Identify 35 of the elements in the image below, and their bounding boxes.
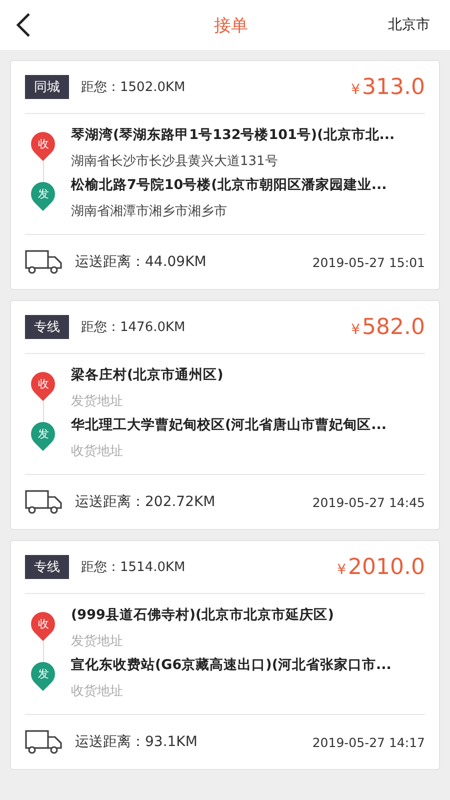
address-text: 发货地址 — [71, 633, 124, 650]
city-selector[interactable]: 北京市 — [388, 16, 430, 34]
order-card[interactable]: 同城 距您：1502.0KM ¥313.0 收 琴湖湾(琴湖东路甲1号132号楼101号)(北京市北... 湖南省长沙市长沙县黄兴大道131号 发 松榆北路7号院10号楼(北京市朝阳区潘家园建业... 湖南省湘潭市湘乡市湘乡市 运送距离：44.09KM 2019-05-27 15:01 — [10, 60, 440, 290]
address-text: 湖南省湘潭市湘乡市湘乡市 — [71, 203, 228, 220]
shipping-distance: 运送距离：202.72KM — [75, 493, 216, 511]
order-time: 2019-05-27 14:17 — [312, 734, 425, 750]
place-name: 梁各庄村(北京市通州区) — [71, 366, 224, 384]
address-text: 发货地址 — [71, 393, 124, 410]
order-card[interactable]: 专线 距您：1476.0KM ¥582.0 收 梁各庄村(北京市通州区) 发货地址 发 华北理工大学曹妃甸校区(河北省唐山市曹妃甸区... 收货地址 运送距离：202.72KM 2019-05-27 14:45 — [10, 300, 440, 530]
order-time: 2019-05-27 15:01 — [312, 254, 425, 270]
place-name: 宣化东收费站(G6京藏高速出口)(河北省张家口市... — [71, 656, 392, 674]
place-name: (999县道石佛寺村)(北京市北京市延庆区) — [71, 606, 334, 624]
shipping-distance: 运送距离：44.09KM — [75, 253, 208, 271]
order-type-tag: 同城 — [25, 75, 69, 99]
order-type-tag: 专线 — [25, 555, 69, 579]
price-text: ¥582.0 — [351, 314, 425, 340]
order-type-tag: 专线 — [25, 315, 69, 339]
address-text: 湖南省长沙市长沙县黄兴大道131号 — [71, 153, 279, 170]
place-name: 琴湖湾(琴湖东路甲1号132号楼101号)(北京市北... — [71, 126, 395, 144]
address-text: 收货地址 — [71, 683, 124, 700]
distance-text: 距您：1502.0KM — [81, 79, 186, 96]
distance-text: 距您：1514.0KM — [81, 559, 186, 576]
truck-icon — [25, 729, 63, 755]
order-time: 2019-05-27 14:45 — [312, 494, 425, 510]
price-text: ¥313.0 — [351, 74, 425, 100]
truck-icon — [25, 489, 63, 515]
address-text: 收货地址 — [71, 443, 124, 460]
order-card[interactable]: 专线 距您：1514.0KM ¥2010.0 收 (999县道石佛寺村)(北京市北京市延庆区) 发货地址 发 宣化东收费站(G6京藏高速出口)(河北省张家口市... 收货地址 运送距离：93.1KM 2019-05-27 14:17 — [10, 540, 440, 770]
distance-text: 距您：1476.0KM — [81, 319, 186, 336]
truck-icon — [25, 249, 63, 275]
place-name: 松榆北路7号院10号楼(北京市朝阳区潘家园建业... — [71, 176, 387, 194]
price-text: ¥2010.0 — [337, 554, 425, 580]
place-name: 华北理工大学曹妃甸校区(河北省唐山市曹妃甸区... — [71, 416, 387, 434]
shipping-distance: 运送距离：93.1KM — [75, 733, 198, 751]
page-title: 接单 — [214, 14, 248, 36]
